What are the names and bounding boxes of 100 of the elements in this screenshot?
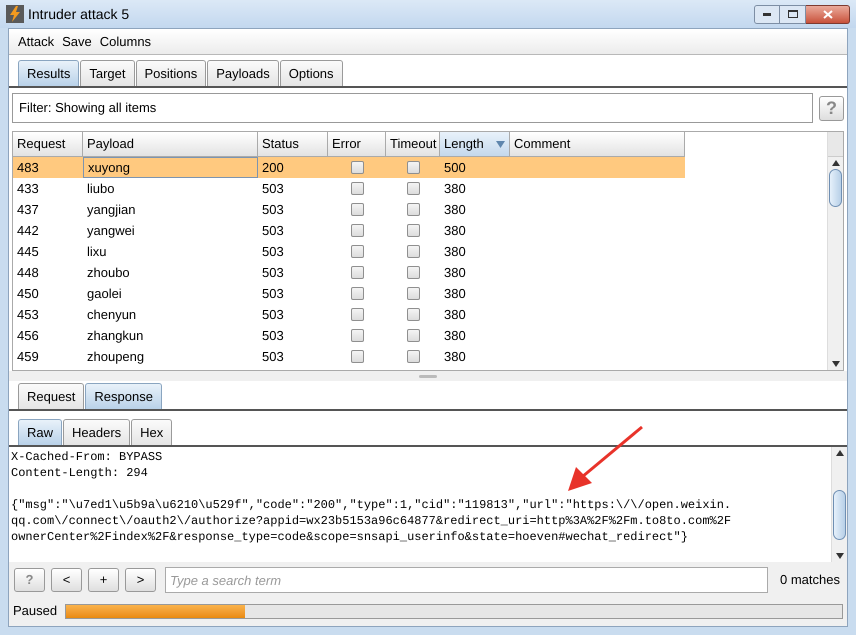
table-cell-text: 503 bbox=[261, 348, 285, 366]
table-cell-text: 503 bbox=[261, 242, 285, 261]
column-header[interactable]: Payload bbox=[83, 132, 258, 157]
column-label: Payload bbox=[87, 135, 134, 154]
table-cell-text: 500 bbox=[443, 158, 467, 177]
table-cell-text: 437 bbox=[16, 200, 40, 219]
table-cell-text: 380 bbox=[443, 222, 467, 240]
scrollbar[interactable] bbox=[827, 132, 843, 370]
filter-bar[interactable]: Filter: Showing all items bbox=[12, 93, 813, 123]
column-header[interactable]: Request bbox=[13, 132, 83, 157]
table-cell-text: 503 bbox=[261, 284, 285, 303]
scrollbar[interactable] bbox=[831, 447, 847, 562]
table-cell-text: yangwei bbox=[86, 222, 136, 240]
table-cell-text: 450 bbox=[16, 284, 40, 303]
search-nav-button[interactable]: < bbox=[51, 568, 82, 592]
column-header[interactable]: Status bbox=[258, 132, 328, 157]
checkbox[interactable] bbox=[406, 350, 420, 363]
table-cell-text: zhangkun bbox=[86, 326, 144, 345]
tab[interactable]: Hex bbox=[131, 419, 172, 445]
close-button[interactable] bbox=[806, 4, 850, 24]
checkbox[interactable] bbox=[350, 308, 364, 321]
table-cell-text: zhoupeng bbox=[86, 348, 146, 366]
checkbox[interactable] bbox=[350, 350, 364, 363]
column-header[interactable]: Length bbox=[440, 132, 510, 157]
table-cell-text: 380 bbox=[443, 264, 467, 282]
checkbox[interactable] bbox=[350, 266, 364, 279]
maximize-icon bbox=[788, 10, 798, 18]
checkbox[interactable] bbox=[406, 287, 420, 300]
table-cell-text: 380 bbox=[443, 326, 467, 345]
column-label: Status bbox=[262, 135, 299, 154]
menu-item[interactable]: Columns bbox=[100, 32, 152, 52]
table-row[interactable]: 483 xuyong 200 500 bbox=[13, 157, 685, 178]
scrollbar-thumb[interactable] bbox=[829, 169, 842, 207]
tab[interactable]: Target bbox=[80, 60, 134, 86]
tab[interactable]: Positions bbox=[136, 60, 206, 86]
scroll-down-arrow[interactable] bbox=[832, 361, 840, 367]
response-text-line: ownerCenter%2Findex%2F&response_type=code&scope=snsapi_userinfo&state=hoeven#wechat_redirect"} bbox=[11, 529, 689, 545]
table-cell-text: 503 bbox=[261, 306, 285, 324]
table-cell: xuyong bbox=[83, 157, 258, 178]
checkbox[interactable] bbox=[406, 203, 420, 216]
table-cell-text: 503 bbox=[261, 222, 285, 240]
scrollbar-thumb[interactable] bbox=[833, 490, 846, 540]
checkbox[interactable] bbox=[350, 161, 364, 174]
table-cell-text: yangjian bbox=[86, 200, 136, 219]
minimize-button[interactable] bbox=[754, 4, 780, 24]
table-cell-text: 445 bbox=[16, 242, 40, 261]
table-cell-text: zhoubo bbox=[86, 264, 131, 282]
table-cell-text: 503 bbox=[261, 200, 285, 219]
match-count: 0 matches bbox=[780, 571, 840, 590]
response-text-line: qq.com\/connect\/oauth2\/authorize?appid=wx23b5153a96c64877&redirect_uri=http%3A%2F%2Fm.to8to.com%2F bbox=[11, 513, 732, 529]
table-cell-text: 503 bbox=[261, 180, 285, 198]
tab[interactable]: Raw bbox=[18, 419, 62, 445]
tab[interactable]: Response bbox=[85, 383, 162, 409]
table-cell-text: chenyun bbox=[86, 306, 138, 324]
checkbox[interactable] bbox=[350, 245, 364, 258]
table-cell-text: liubo bbox=[86, 180, 116, 198]
search-field[interactable]: Type a search term bbox=[165, 567, 768, 593]
search-nav-button[interactable]: + bbox=[88, 568, 119, 592]
header-corner bbox=[828, 132, 843, 157]
lightning-icon bbox=[6, 5, 24, 23]
scroll-up-arrow[interactable] bbox=[836, 450, 844, 456]
close-icon bbox=[822, 10, 832, 18]
search-nav-button[interactable]: > bbox=[125, 568, 156, 592]
minimize-icon bbox=[763, 12, 771, 16]
table-cell-text: 380 bbox=[443, 284, 467, 303]
scroll-down-arrow[interactable] bbox=[836, 553, 844, 559]
checkbox[interactable] bbox=[406, 245, 420, 258]
column-header[interactable]: Comment bbox=[510, 132, 685, 157]
checkbox[interactable] bbox=[406, 182, 420, 195]
checkbox[interactable] bbox=[350, 182, 364, 195]
checkbox[interactable] bbox=[350, 203, 364, 216]
table-cell-text: 483 bbox=[16, 158, 40, 177]
response-text-line: X-Cached-From: BYPASS bbox=[11, 449, 164, 465]
checkbox[interactable] bbox=[406, 224, 420, 237]
splitter-handle[interactable] bbox=[419, 374, 437, 378]
table-cell-text: 380 bbox=[443, 200, 467, 219]
table-cell-text: 448 bbox=[16, 264, 40, 282]
table-cell-text: 442 bbox=[16, 222, 40, 240]
checkbox[interactable] bbox=[350, 224, 364, 237]
maximize-button[interactable] bbox=[780, 4, 806, 24]
checkbox[interactable] bbox=[350, 329, 364, 342]
tab[interactable]: Payloads bbox=[207, 60, 279, 86]
checkbox[interactable] bbox=[406, 329, 420, 342]
column-header[interactable]: Timeout bbox=[386, 132, 440, 157]
checkbox[interactable] bbox=[350, 287, 364, 300]
column-header[interactable]: Error bbox=[328, 132, 386, 157]
menu-item[interactable]: Attack bbox=[18, 32, 54, 52]
table-cell-text: 453 bbox=[16, 306, 40, 324]
tab[interactable]: Results bbox=[18, 60, 80, 86]
response-text-line: Content-Length: 294 bbox=[11, 465, 149, 481]
window-title: Intruder attack 5 bbox=[28, 4, 130, 24]
checkbox[interactable] bbox=[406, 266, 420, 279]
scroll-up-arrow[interactable] bbox=[832, 160, 840, 166]
table-cell-text: 456 bbox=[16, 326, 40, 345]
tab[interactable]: Request bbox=[18, 383, 84, 409]
tab[interactable]: Options bbox=[280, 60, 343, 86]
checkbox[interactable] bbox=[406, 308, 420, 321]
checkbox[interactable] bbox=[406, 161, 420, 174]
tab[interactable]: Headers bbox=[63, 419, 130, 445]
menu-item[interactable]: Save bbox=[62, 32, 92, 52]
